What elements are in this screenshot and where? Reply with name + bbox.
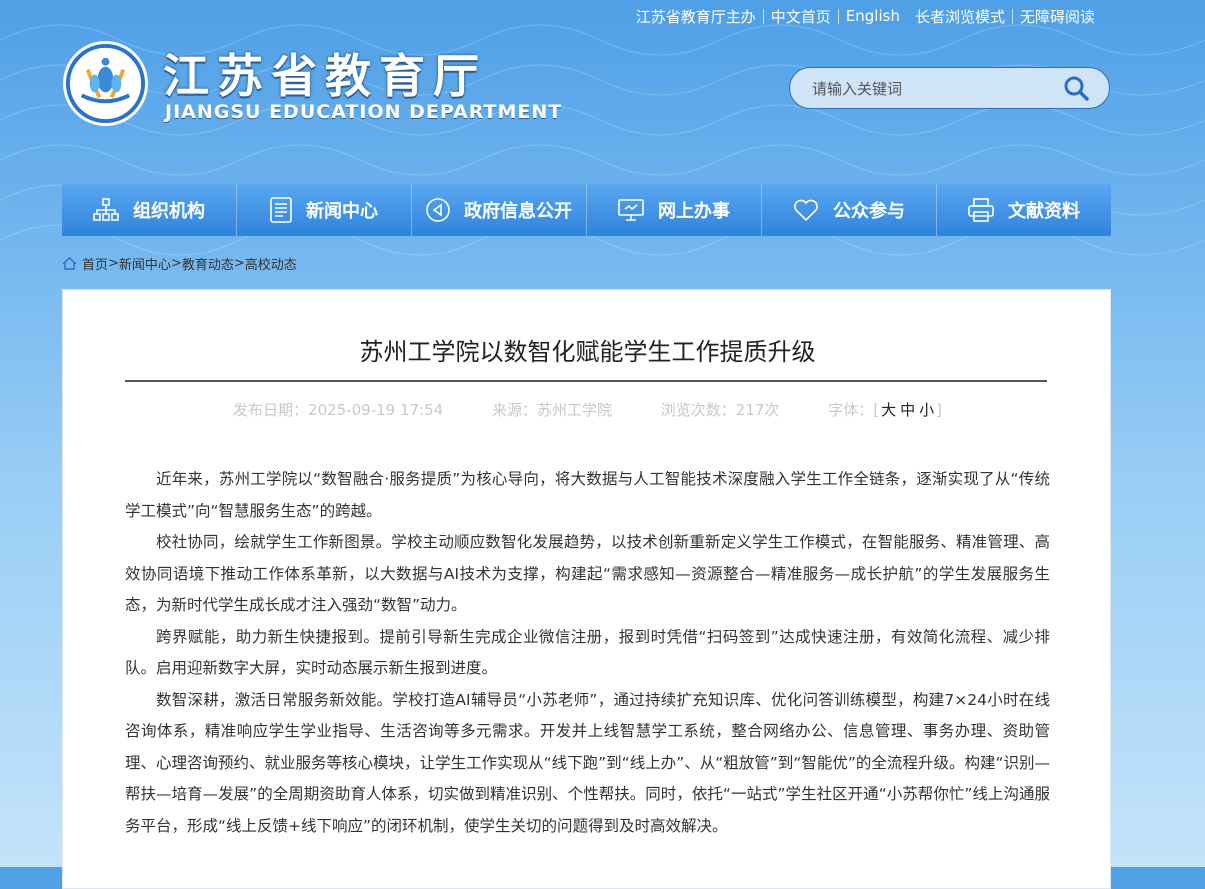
article-paragraph: 跨界赋能，助力新生快捷报到。提前引导新生完成企业微信注册，报到时凭借“扫码签到”… [125, 627, 1050, 678]
breadcrumb-university-news[interactable]: 高校动态 [245, 254, 297, 273]
font-size-label: 字体：[ [828, 401, 880, 419]
publish-date: 发布日期：2025-09-19 17:54 [233, 401, 444, 419]
top-link-chinese-home[interactable]: 中文首页 [764, 6, 838, 27]
site-subtitle: JIANGSU EDUCATION DEPARTMENT [165, 101, 563, 123]
nav-item-gov-info[interactable]: 政府信息公开 [412, 184, 587, 236]
breadcrumb-news[interactable]: 新闻中心 [119, 254, 171, 273]
search-input[interactable] [810, 77, 1044, 101]
heart-icon [794, 199, 818, 221]
nav-item-label: 政府信息公开 [464, 201, 572, 222]
main-nav: 组织机构 新闻中心 政府信息公开 网上办事 公众参与 文献资料 [62, 184, 1111, 236]
article-paragraph: 校社协同，绘就学生工作新图景。学校主动顺应数智化发展趋势，以技术创新重新定义学生… [125, 533, 1050, 614]
font-size-bracket: ] [936, 401, 942, 419]
megaphone-icon [426, 198, 450, 222]
top-links-bar: 江苏省教育厅主办 中文首页 English 长者浏览模式 无障碍阅读 [629, 5, 1102, 27]
nav-item-label: 组织机构 [133, 201, 205, 222]
site-title[interactable]: 江苏省教育厅 [163, 40, 487, 106]
search-icon[interactable] [1063, 75, 1089, 101]
document-icon [270, 197, 292, 223]
font-size-control: 字体：[大中小] [828, 401, 942, 419]
nav-item-label: 网上办事 [658, 201, 730, 222]
nav-item-literature[interactable]: 文献资料 [937, 184, 1111, 236]
top-link-elder-mode[interactable]: 长者浏览模式 [908, 6, 1012, 27]
nav-item-label: 文献资料 [1008, 201, 1080, 222]
nav-item-organization[interactable]: 组织机构 [62, 184, 237, 236]
monitor-icon [618, 199, 644, 221]
nav-item-news[interactable]: 新闻中心 [237, 184, 412, 236]
breadcrumb-home[interactable]: 首页 [82, 254, 108, 273]
breadcrumb-separator: > [108, 256, 119, 271]
breadcrumb: 首页 > 新闻中心 > 教育动态 > 高校动态 [62, 254, 297, 273]
top-link-sponsor[interactable]: 江苏省教育厅主办 [629, 6, 763, 27]
nav-item-label: 公众参与 [833, 201, 905, 222]
nav-item-online-service[interactable]: 网上办事 [587, 184, 762, 236]
article-body: 近年来，苏州工学院以“数智融合·服务提质”为核心导向，将大数据与人工智能技术深度… [125, 464, 1050, 842]
breadcrumb-separator: > [233, 256, 245, 271]
title-divider [125, 380, 1047, 382]
printer-icon [968, 198, 994, 222]
home-icon [62, 257, 77, 270]
article-source: 来源：苏州工学院 [491, 401, 612, 419]
font-size-medium-button[interactable]: 中 [900, 401, 915, 419]
top-link-accessibility[interactable]: 无障碍阅读 [1013, 6, 1102, 27]
org-chart-icon [93, 198, 119, 221]
font-size-large-button[interactable]: 大 [881, 401, 896, 419]
article-panel: 苏州工学院以数智化赋能学生工作提质升级 发布日期：2025-09-19 17:5… [62, 289, 1111, 889]
article-paragraph: 近年来，苏州工学院以“数智融合·服务提质”为核心导向，将大数据与人工智能技术深度… [125, 470, 1050, 520]
search-box [789, 67, 1110, 109]
article-title: 苏州工学院以数智化赋能学生工作提质升级 [359, 338, 816, 366]
breadcrumb-education-news[interactable]: 教育动态 [182, 254, 234, 273]
article-meta: 发布日期：2025-09-19 17:54 来源：苏州工学院 浏览次数：217次… [63, 399, 1112, 420]
font-size-small-button[interactable]: 小 [919, 401, 934, 419]
nav-item-public-participation[interactable]: 公众参与 [762, 184, 937, 236]
article-paragraph: 数智深耕，激活日常服务新效能。学校打造AI辅导员“小苏老师”，通过持续扩充知识库… [125, 690, 1050, 835]
view-count: 浏览次数：217次 [660, 401, 780, 419]
breadcrumb-separator: > [170, 256, 182, 271]
nav-item-label: 新闻中心 [306, 201, 378, 222]
top-link-english[interactable]: English [839, 7, 907, 25]
department-logo[interactable] [62, 40, 149, 127]
